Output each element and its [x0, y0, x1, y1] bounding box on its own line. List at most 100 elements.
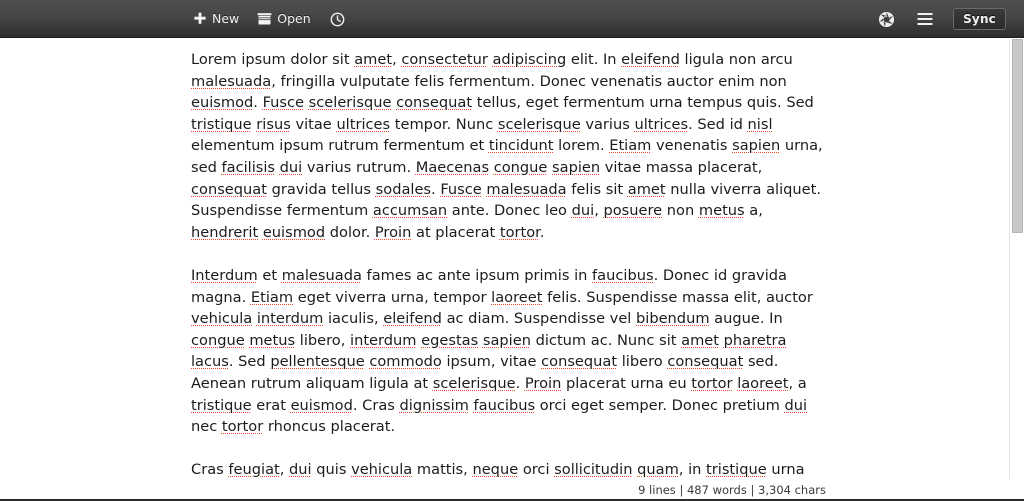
misspelled-word: consequat: [396, 94, 473, 112]
misspelled-word: malesuada: [191, 72, 272, 90]
text-run: venenatis: [651, 137, 733, 155]
misspelled-word: Etiam: [250, 288, 294, 306]
misspelled-word: amet: [354, 51, 393, 68]
misspelled-word: Maecenas: [415, 158, 490, 176]
misspelled-word: ultrices: [634, 115, 689, 133]
misspelled-word: dui: [571, 202, 595, 220]
misspelled-word: facilisis: [221, 158, 276, 176]
misspelled-word: sapien: [552, 158, 601, 176]
text-run: mattis,: [412, 461, 473, 479]
text-run: a,: [744, 202, 763, 220]
misspelled-word: pellentesque: [270, 353, 365, 371]
scrollbar-thumb[interactable]: [1012, 39, 1023, 233]
text-run: . Sed: [228, 353, 271, 371]
text-run: .: [253, 94, 263, 112]
text-run: ante. Donec leo: [447, 202, 572, 220]
misspelled-word: egestas: [421, 331, 479, 349]
document-paragraph: Lorem ipsum dolor sit amet, consectetur …: [191, 49, 826, 243]
text-run: orci eget semper. Donec pretium: [535, 396, 785, 414]
text-run: libero,: [295, 331, 351, 349]
misspelled-word: adipiscing: [492, 51, 567, 68]
misspelled-word: laoreet: [491, 288, 543, 306]
misspelled-word: eleifend: [621, 51, 680, 68]
misspelled-word: sollicitudin: [554, 461, 633, 479]
text-run: ,: [279, 461, 290, 479]
document-body[interactable]: Lorem ipsum dolor sit amet, consectetur …: [191, 49, 826, 501]
text-run: varius: [580, 115, 635, 133]
text-run: at placerat: [411, 223, 500, 241]
misspelled-word: congue: [493, 158, 548, 176]
toolbar-left-group: New Open: [191, 0, 349, 38]
misspelled-word: Fusce: [440, 180, 482, 198]
text-run: orci: [518, 461, 555, 479]
open-button[interactable]: Open: [255, 9, 312, 29]
text-run: libero: [617, 353, 668, 371]
aperture-button[interactable]: [875, 8, 897, 30]
hamburger-menu-icon: [917, 12, 933, 26]
misspelled-word: congue: [191, 331, 245, 349]
misspelled-word: sapien: [732, 137, 781, 155]
new-button[interactable]: New: [191, 9, 241, 29]
text-run: . Sed id: [688, 115, 748, 133]
text-run: felis. Suspendisse massa elit, auctor: [542, 288, 813, 306]
misspelled-word: posuere: [603, 202, 663, 220]
text-editor-canvas[interactable]: Lorem ipsum dolor sit amet, consectetur …: [0, 39, 1009, 501]
misspelled-word: malesuada: [281, 266, 362, 284]
text-run: ipsum, vitae: [441, 353, 542, 371]
text-run: rhoncus placerat.: [263, 418, 396, 436]
misspelled-word: amet: [681, 331, 719, 349]
text-run: nec: [191, 418, 222, 436]
history-button[interactable]: [327, 8, 349, 30]
misspelled-word: metus: [698, 202, 745, 220]
text-run: .: [539, 223, 545, 241]
text-run: gravida tellus: [266, 180, 376, 198]
misspelled-word: bibendum: [636, 310, 710, 328]
misspelled-word: hendrerit: [191, 223, 259, 241]
plus-icon: [193, 12, 207, 26]
misspelled-word: tortor: [691, 374, 733, 392]
misspelled-word: dignissim: [399, 396, 469, 414]
editor-area: Lorem ipsum dolor sit amet, consectetur …: [0, 39, 1024, 501]
misspelled-word: tortor: [221, 418, 264, 436]
clock-icon: [330, 12, 345, 27]
toolbar: New Open Sync: [0, 0, 1024, 38]
misspelled-word: consectetur: [401, 51, 488, 68]
misspelled-word: Interdum: [191, 266, 258, 284]
open-button-label: Open: [277, 10, 311, 26]
vertical-scrollbar[interactable]: [1009, 39, 1024, 501]
misspelled-word: accumsan: [372, 202, 448, 220]
misspelled-word: ultrices: [336, 115, 391, 133]
misspelled-word: vehicula: [351, 461, 413, 479]
status-bar: 9 lines | 487 words | 3,304 chars: [0, 479, 1024, 501]
misspelled-word: dui: [784, 396, 808, 414]
text-run: felis sit: [566, 180, 628, 198]
new-button-label: New: [212, 10, 240, 26]
text-run: Cras: [191, 461, 229, 479]
aperture-icon: [878, 11, 895, 28]
sync-button-label: Sync: [963, 12, 996, 26]
misspelled-word: faucibus: [473, 396, 536, 414]
misspelled-word: dui: [289, 461, 312, 479]
toolbar-right-group: Sync: [875, 0, 1006, 38]
misspelled-word: Proin: [374, 223, 412, 241]
misspelled-word: dui: [279, 158, 303, 176]
text-run: .: [431, 180, 441, 198]
text-run: eget viverra urna, tempor: [293, 288, 492, 306]
misspelled-word: amet: [627, 180, 666, 198]
misspelled-word: tincidunt: [488, 137, 554, 155]
text-run: lorem.: [553, 137, 610, 155]
menu-button[interactable]: [914, 8, 936, 30]
text-run: placerat urna eu: [561, 374, 692, 392]
misspelled-word: neque: [472, 461, 519, 479]
text-run: vitae: [290, 115, 337, 133]
misspelled-word: laoreet: [737, 374, 789, 392]
document-paragraph: Interdum et malesuada fames ac ante ipsu…: [191, 265, 826, 438]
text-run: ,: [392, 51, 402, 68]
text-run: vitae massa placerat,: [600, 158, 763, 176]
text-run: augue. In: [709, 310, 783, 328]
text-run: dictum ac. Nunc sit: [530, 331, 682, 349]
misspelled-word: quam: [637, 461, 679, 479]
sync-button[interactable]: Sync: [953, 8, 1006, 30]
misspelled-word: eleifend: [383, 310, 442, 328]
misspelled-word: pharetra: [723, 331, 787, 349]
